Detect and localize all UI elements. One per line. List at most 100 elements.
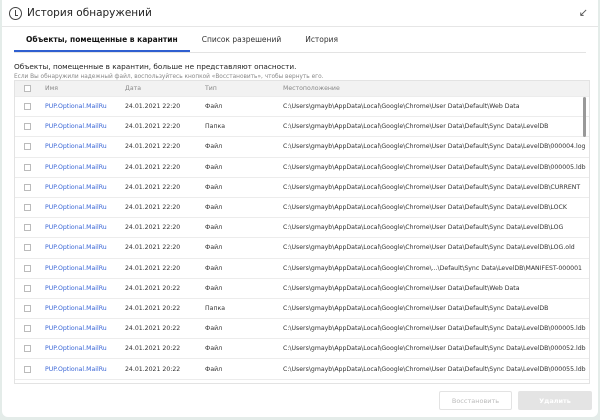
table-row[interactable]: PUP.Optional.MailRu 24.01.2021 22:20 Фай…: [15, 198, 589, 219]
row-checkbox[interactable]: [24, 163, 31, 171]
table-row[interactable]: PUP.Optional.MailRu 24.01.2021 20:22 Пап…: [15, 299, 589, 320]
column-name[interactable]: Имя: [45, 85, 125, 92]
detection-name[interactable]: PUP.Optional.MailRu: [45, 325, 125, 332]
object-type: Файл: [205, 183, 223, 191]
quarantine-table: Имя Дата Тип Местоположение PUP.Optional…: [14, 80, 590, 384]
object-location: C:\Users\gmayb\AppData\Local\Google\Chro…: [283, 284, 520, 292]
table-header: Имя Дата Тип Местоположение: [15, 81, 589, 97]
collapse-icon[interactable]: ↙: [579, 6, 588, 19]
detection-date: 24.01.2021 22:20: [125, 244, 181, 252]
table-row[interactable]: PUP.Optional.MailRu 24.01.2021 22:20 Фай…: [15, 238, 589, 259]
detection-date: 24.01.2021 22:20: [125, 163, 181, 171]
detection-name[interactable]: PUP.Optional.MailRu: [45, 103, 125, 110]
detection-name[interactable]: PUP.Optional.MailRu: [45, 164, 125, 171]
row-checkbox[interactable]: [24, 325, 31, 333]
row-checkbox[interactable]: [24, 143, 31, 151]
row-checkbox[interactable]: [24, 304, 31, 312]
table-row[interactable]: PUP.Optional.MailRu 24.01.2021 22:20 Пап…: [15, 117, 589, 138]
row-checkbox[interactable]: [24, 345, 31, 353]
table-row[interactable]: PUP.Optional.MailRu 24.01.2021 22:20 Фай…: [15, 178, 589, 198]
detection-date: 24.01.2021 20:22: [125, 325, 181, 333]
row-checkbox[interactable]: [24, 264, 31, 272]
object-type: Папка: [205, 123, 226, 131]
table-row[interactable]: PUP.Optional.MailRu 24.01.2021 20:22 Фай…: [15, 380, 589, 383]
detection-date: 24.01.2021 20:22: [125, 365, 181, 373]
object-type: Файл: [205, 264, 223, 272]
object-type: Файл: [205, 143, 223, 151]
tab-bar: Объекты, помещенные в карантин Список ра…: [14, 30, 586, 53]
clock-icon: [9, 6, 22, 20]
detection-name[interactable]: PUP.Optional.MailRu: [45, 265, 125, 272]
object-type: Файл: [205, 345, 223, 353]
object-type: Файл: [205, 244, 223, 252]
title-bar: История обнаружений ↙: [2, 0, 598, 27]
detection-date: 24.01.2021 22:20: [125, 143, 181, 151]
detection-history-window: История обнаружений ↙ Объекты, помещенны…: [2, 0, 598, 417]
object-type: Файл: [205, 163, 223, 171]
window-title: История обнаружений: [27, 7, 152, 19]
scrollbar[interactable]: [583, 97, 586, 137]
restore-button[interactable]: Восстановить: [439, 391, 512, 410]
object-type: Файл: [205, 365, 223, 373]
detection-name[interactable]: PUP.Optional.MailRu: [45, 224, 125, 231]
detection-name[interactable]: PUP.Optional.MailRu: [45, 123, 125, 130]
detection-name[interactable]: PUP.Optional.MailRu: [45, 184, 125, 191]
object-location: C:\Users\gmayb\AppData\Local\Google\Chro…: [283, 325, 586, 333]
object-type: Файл: [205, 224, 223, 232]
description: Объекты, помещенные в карантин, больше н…: [14, 62, 297, 71]
column-location[interactable]: Местоположение: [283, 85, 589, 92]
row-checkbox[interactable]: [24, 183, 31, 191]
detection-name[interactable]: PUP.Optional.MailRu: [45, 345, 125, 352]
detection-name[interactable]: PUP.Optional.MailRu: [45, 366, 125, 373]
table-row[interactable]: PUP.Optional.MailRu 24.01.2021 20:22 Фай…: [15, 359, 589, 380]
detection-name[interactable]: PUP.Optional.MailRu: [45, 143, 125, 150]
object-type: Папка: [205, 304, 226, 312]
detection-name[interactable]: PUP.Optional.MailRu: [45, 244, 125, 251]
object-location: C:\Users\gmayb\AppData\Local\Google\Chro…: [283, 183, 581, 191]
detection-date: 24.01.2021 22:20: [125, 224, 181, 232]
row-checkbox[interactable]: [24, 204, 31, 212]
detection-name[interactable]: PUP.Optional.MailRu: [45, 305, 125, 312]
table-row[interactable]: PUP.Optional.MailRu 24.01.2021 22:20 Фай…: [15, 158, 589, 178]
table-row[interactable]: PUP.Optional.MailRu 24.01.2021 22:20 Фай…: [15, 218, 589, 239]
detection-date: 24.01.2021 22:20: [125, 264, 181, 272]
tab-history[interactable]: История: [293, 30, 350, 52]
tab-allow-list[interactable]: Список разрешений: [190, 30, 294, 52]
row-checkbox[interactable]: [24, 365, 31, 373]
detection-date: 24.01.2021 22:20: [125, 123, 181, 131]
object-type: Файл: [205, 325, 223, 333]
object-location: C:\Users\gmayb\AppData\Local\Google\Chro…: [283, 345, 586, 353]
object-type: Файл: [205, 284, 223, 292]
row-checkbox[interactable]: [24, 224, 31, 232]
table-row[interactable]: PUP.Optional.MailRu 24.01.2021 22:20 Фай…: [15, 97, 589, 118]
table-row[interactable]: PUP.Optional.MailRu 24.01.2021 22:20 Фай…: [15, 259, 589, 279]
column-type[interactable]: Тип: [205, 85, 283, 92]
detection-date: 24.01.2021 22:20: [125, 103, 181, 111]
select-all-checkbox[interactable]: [24, 85, 31, 92]
object-location: C:\Users\gmayb\AppData\Local\Google\Chro…: [283, 244, 575, 252]
row-checkbox[interactable]: [24, 284, 31, 292]
object-location: C:\Users\gmayb\AppData\Local\Google\Chro…: [283, 163, 586, 171]
table-row[interactable]: PUP.Optional.MailRu 24.01.2021 20:22 Фай…: [15, 319, 589, 340]
detection-date: 24.01.2021 20:22: [125, 345, 181, 353]
row-checkbox[interactable]: [24, 244, 31, 252]
object-location: C:\Users\gmayb\AppData\Local\Google\Chro…: [283, 143, 586, 151]
table-row[interactable]: PUP.Optional.MailRu 24.01.2021 22:20 Фай…: [15, 137, 589, 158]
object-location: C:\Users\gmayb\AppData\Local\Google\Chro…: [283, 103, 520, 111]
detection-name[interactable]: PUP.Optional.MailRu: [45, 285, 125, 292]
detection-date: 24.01.2021 22:20: [125, 204, 181, 212]
tab-quarantine[interactable]: Объекты, помещенные в карантин: [14, 30, 190, 52]
delete-button[interactable]: Удалить: [518, 391, 592, 410]
row-checkbox[interactable]: [24, 103, 31, 111]
column-date[interactable]: Дата: [125, 85, 205, 92]
table-row[interactable]: PUP.Optional.MailRu 24.01.2021 20:22 Фай…: [15, 279, 589, 299]
object-location: C:\Users\gmayb\AppData\Local\Google\Chro…: [283, 224, 564, 232]
object-location: C:\Users\gmayb\AppData\Local\Google\Chro…: [283, 204, 567, 212]
detection-name[interactable]: PUP.Optional.MailRu: [45, 204, 125, 211]
detection-date: 24.01.2021 20:22: [125, 304, 181, 312]
object-type: Файл: [205, 103, 223, 111]
object-location: C:\Users\gmayb\AppData\Local\Google\Chro…: [283, 123, 549, 131]
row-checkbox[interactable]: [24, 123, 31, 131]
detection-date: 24.01.2021 20:22: [125, 284, 181, 292]
table-row[interactable]: PUP.Optional.MailRu 24.01.2021 20:22 Фай…: [15, 339, 589, 360]
